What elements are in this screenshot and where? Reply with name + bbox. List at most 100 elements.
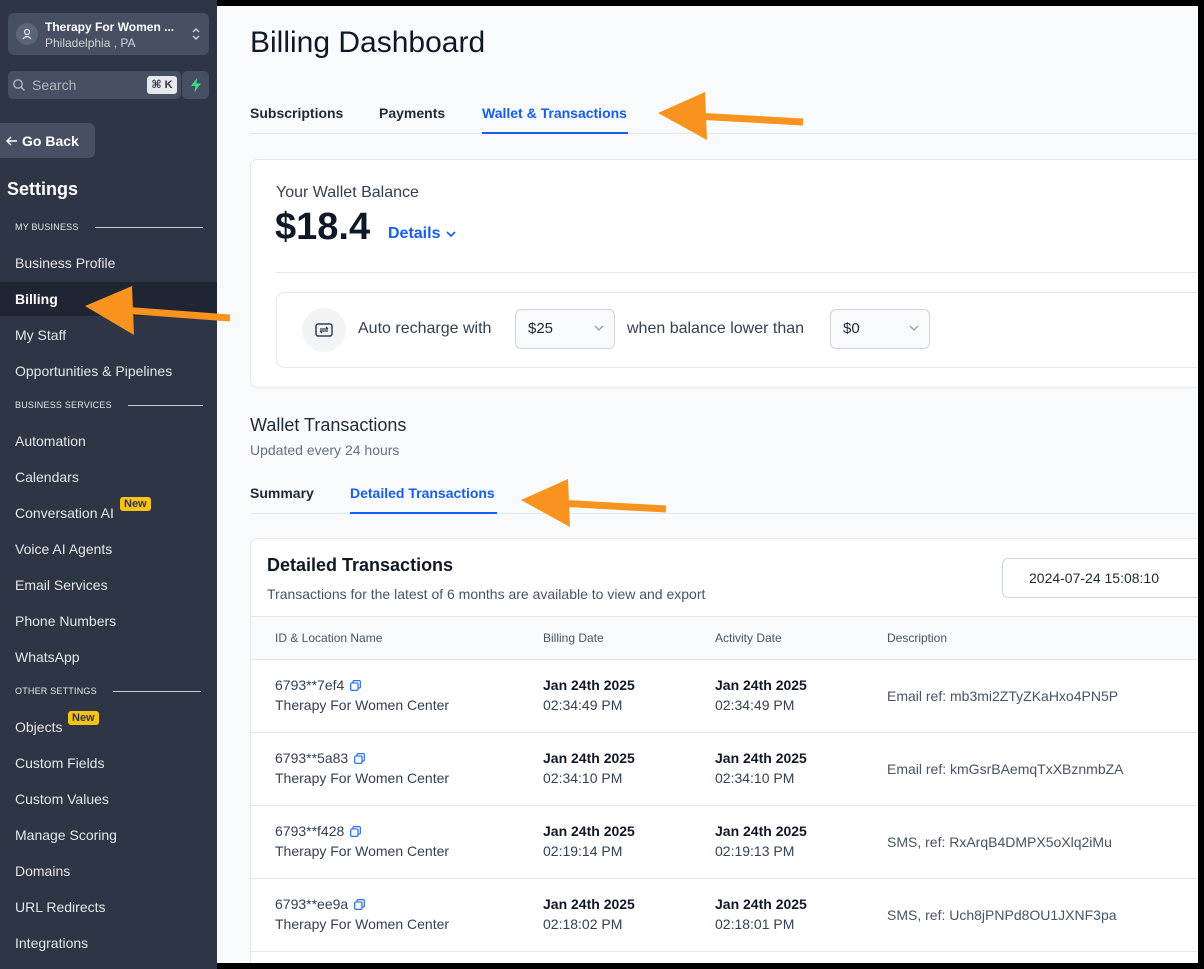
transaction-id: 6793**ee9a	[275, 896, 366, 912]
search-shortcut: ⌘ K	[147, 76, 177, 94]
column-header-activity-date: Activity Date	[715, 631, 782, 645]
column-header-id: ID & Location Name	[275, 631, 383, 645]
search-placeholder: Search	[32, 77, 77, 93]
new-badge: New	[68, 711, 99, 725]
chevron-down-icon	[446, 231, 457, 237]
sidebar-item-calendars[interactable]: Calendars	[0, 460, 217, 494]
location-icon	[16, 23, 38, 45]
new-badge: New	[120, 497, 151, 511]
sidebar-item-voice-ai[interactable]: Voice AI Agents	[0, 532, 217, 566]
transaction-id: 6793**5a83	[275, 750, 366, 766]
copy-icon[interactable]	[354, 898, 366, 910]
activity-date: Jan 24th 2025	[715, 896, 807, 912]
location-switcher[interactable]: Therapy For Women ... Philadelphia , PA	[8, 13, 209, 55]
copy-icon[interactable]	[350, 679, 362, 691]
table-row[interactable]: 6793**5a83 Therapy For Women Center Jan 24…	[251, 733, 1198, 806]
table-header: ID & Location Name Billing Date Activity…	[251, 616, 1198, 660]
recharge-icon	[302, 308, 346, 352]
threshold-label: when balance lower than	[627, 320, 805, 337]
billing-time: 02:34:49 PM	[543, 697, 623, 713]
activity-date: Jan 24th 2025	[715, 750, 807, 766]
sidebar-item-automation[interactable]: Automation	[0, 424, 217, 458]
sidebar-item-business-profile[interactable]: Business Profile	[0, 246, 217, 280]
copy-icon[interactable]	[350, 825, 362, 837]
sidebar-item-conversation-ai[interactable]: Conversation AI	[0, 496, 217, 530]
tab-detailed-transactions[interactable]: Detailed Transactions	[350, 485, 495, 501]
search-input[interactable]: Search ⌘ K	[8, 71, 181, 99]
location-name: Therapy For Women Center	[275, 843, 450, 859]
active-tab-indicator	[482, 132, 628, 134]
activity-time: 02:34:49 PM	[715, 697, 795, 713]
section-header-my-business: MY BUSINESS	[15, 222, 203, 232]
main-content: Billing Dashboard Subscriptions Payments…	[217, 6, 1198, 963]
sidebar-item-objects[interactable]: Objects	[0, 710, 217, 744]
chevron-down-icon	[594, 325, 604, 331]
sidebar-item-manage-scoring[interactable]: Manage Scoring	[0, 818, 217, 852]
wallet-balance-card: Your Wallet Balance $18.4 Details Auto r…	[250, 159, 1198, 388]
sidebar-item-billing[interactable]: Billing	[0, 282, 217, 316]
detailed-transactions-subtitle: Transactions for the latest of 6 months …	[267, 586, 706, 602]
wallet-transactions-subtitle: Updated every 24 hours	[250, 442, 400, 458]
sidebar-item-email-services[interactable]: Email Services	[0, 568, 217, 602]
transaction-id: 6793**7ef4	[275, 677, 362, 693]
recharge-amount-select[interactable]: $25	[515, 309, 615, 349]
table-row[interactable]: 6793**7ef4 Therapy For Women Center Jan 24…	[251, 660, 1198, 733]
tab-summary[interactable]: Summary	[250, 485, 314, 501]
activity-date: Jan 24th 2025	[715, 823, 807, 839]
go-back-button[interactable]: Go Back	[0, 123, 95, 158]
threshold-select[interactable]: $0	[830, 309, 930, 349]
billing-time: 02:34:10 PM	[543, 770, 623, 786]
section-header-other-settings: OTHER SETTINGS	[15, 686, 201, 696]
copy-icon[interactable]	[354, 752, 366, 764]
activity-time: 02:34:10 PM	[715, 770, 795, 786]
location-city: Philadelphia , PA	[45, 36, 136, 50]
column-header-description: Description	[887, 631, 948, 645]
settings-title: Settings	[7, 179, 79, 199]
search-icon	[13, 79, 25, 91]
section-header-business-services: BUSINESS SERVICES	[15, 400, 203, 410]
tab-payments[interactable]: Payments	[379, 105, 445, 121]
tab-subscriptions[interactable]: Subscriptions	[250, 105, 343, 121]
sidebar-item-my-staff[interactable]: My Staff	[0, 318, 217, 352]
sidebar-item-integrations[interactable]: Integrations	[0, 926, 217, 960]
billing-tabs: Subscriptions Payments Wallet & Transact…	[250, 96, 1198, 134]
sidebar: Therapy For Women ... Philadelphia , PA …	[0, 0, 217, 969]
arrow-left-icon	[6, 135, 17, 146]
description: SMS, ref: Uch8jPNPd8OU1JXNF3pa	[887, 907, 1117, 923]
wallet-transactions-title: Wallet Transactions	[250, 415, 407, 435]
tab-wallet-transactions[interactable]: Wallet & Transactions	[482, 105, 627, 121]
sidebar-item-custom-values[interactable]: Custom Values	[0, 782, 217, 816]
description: Email ref: kmGsrBAemqTxXBznmbZA	[887, 761, 1124, 777]
location-name: Therapy For Women Center	[275, 697, 450, 713]
billing-date: Jan 24th 2025	[543, 750, 635, 766]
lightning-icon	[190, 78, 201, 92]
sidebar-item-opportunities[interactable]: Opportunities & Pipelines	[0, 354, 217, 388]
sidebar-item-phone-numbers[interactable]: Phone Numbers	[0, 604, 217, 638]
wallet-balance-label: Your Wallet Balance	[276, 184, 419, 201]
billing-date: Jan 24th 2025	[543, 896, 635, 912]
sidebar-item-domains[interactable]: Domains	[0, 854, 217, 888]
table-row[interactable]: 6793**f428 Therapy For Women Center Jan 24…	[251, 806, 1198, 879]
quick-actions-button[interactable]	[182, 71, 209, 99]
billing-time: 02:19:14 PM	[543, 843, 623, 859]
chevron-up-down-icon	[192, 28, 200, 40]
location-name: Therapy For Women Center	[275, 916, 450, 932]
sidebar-item-custom-fields[interactable]: Custom Fields	[0, 746, 217, 780]
screenshot-frame: Therapy For Women ... Philadelphia , PA …	[0, 0, 1204, 969]
details-dropdown[interactable]: Details	[388, 225, 457, 243]
page-title: Billing Dashboard	[250, 26, 486, 59]
description: SMS, ref: RxArqB4DMPX5oXlq2iMu	[887, 834, 1112, 850]
activity-date: Jan 24th 2025	[715, 677, 807, 693]
table-row[interactable]: 6793**ee9a Therapy For Women Center Jan 24…	[251, 879, 1198, 952]
auto-recharge-label: Auto recharge with	[358, 320, 492, 337]
date-range-picker[interactable]: 2024-07-24 15:08:10	[1002, 558, 1198, 598]
location-name: Therapy For Women Center	[275, 770, 450, 786]
activity-time: 02:19:13 PM	[715, 843, 795, 859]
billing-time: 02:18:02 PM	[543, 916, 623, 932]
sidebar-item-whatsapp[interactable]: WhatsApp	[0, 640, 217, 674]
column-header-billing-date: Billing Date	[543, 631, 604, 645]
detailed-transactions-title: Detailed Transactions	[267, 555, 454, 575]
chevron-down-icon	[909, 325, 919, 331]
sidebar-item-url-redirects[interactable]: URL Redirects	[0, 890, 217, 924]
transaction-id: 6793**f428	[275, 823, 362, 839]
